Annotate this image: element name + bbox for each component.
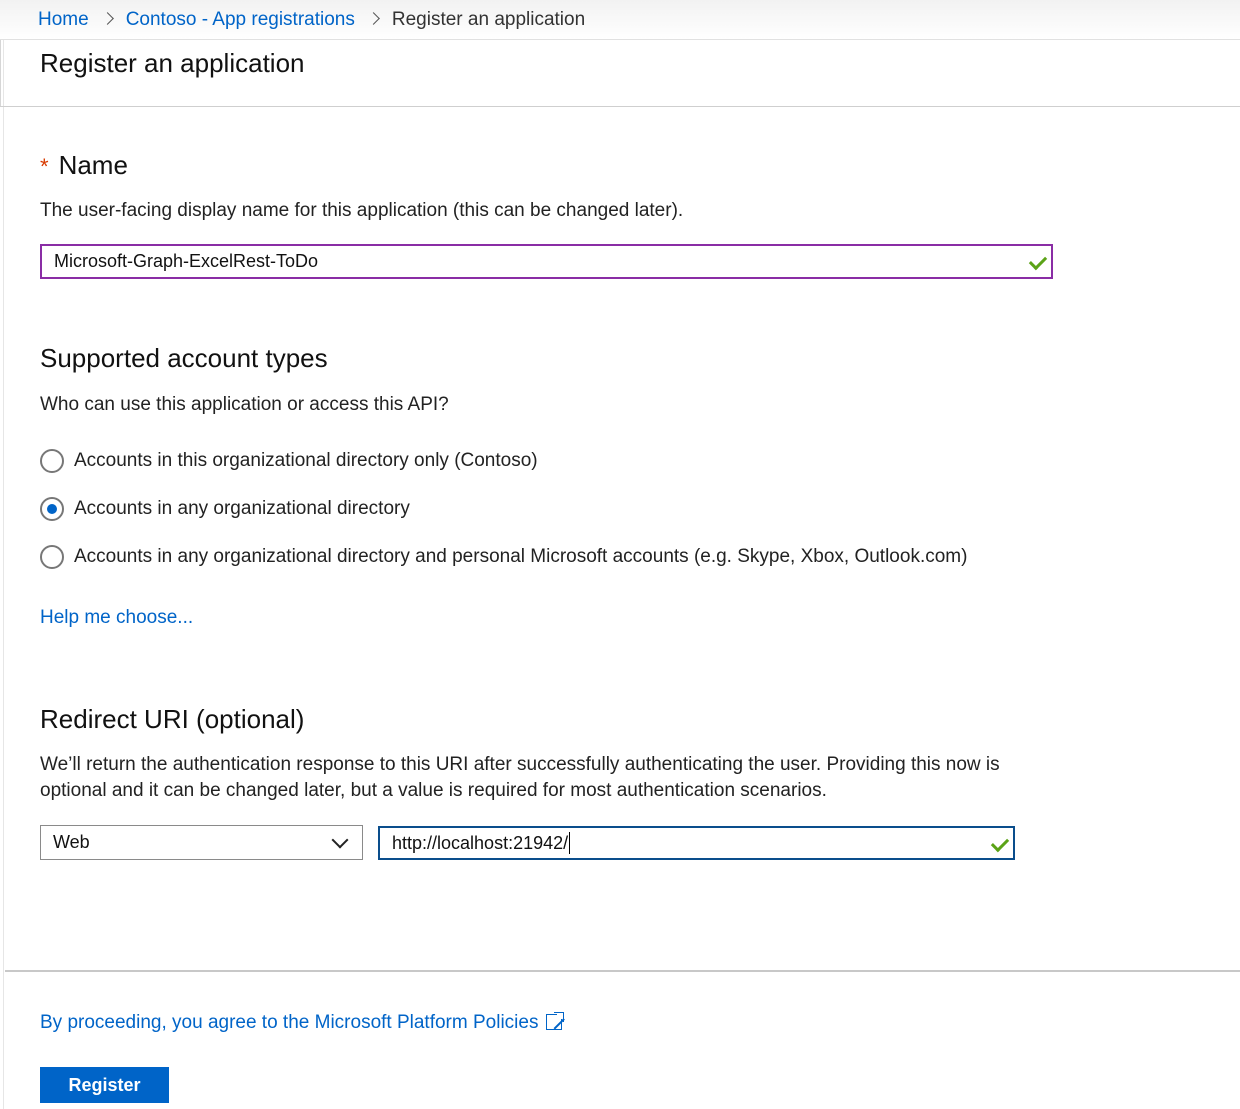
account-type-option-single-tenant[interactable]: Accounts in this organizational director… xyxy=(40,449,538,473)
account-type-label: Accounts in any organizational directory… xyxy=(74,546,968,567)
account-type-label: Accounts in any organizational directory xyxy=(74,498,410,519)
breadcrumb-home-link[interactable]: Home xyxy=(38,9,89,31)
footer-divider xyxy=(5,970,1240,972)
redirect-uri-input[interactable]: http://localhost:21942/ xyxy=(378,826,1015,860)
account-type-option-multi-tenant[interactable]: Accounts in any organizational directory xyxy=(40,497,410,521)
page-title: Register an application xyxy=(40,48,305,78)
platform-select[interactable]: Web xyxy=(40,825,363,860)
register-button[interactable]: Register xyxy=(40,1067,169,1103)
redirect-uri-title: Redirect URI (optional) xyxy=(40,704,305,734)
header-divider xyxy=(0,106,1240,107)
account-types-title: Supported account types xyxy=(40,343,328,373)
redirect-uri-description-line2: optional and it can be changed later, bu… xyxy=(40,780,827,801)
breadcrumb: Home Contoso - App registrations Registe… xyxy=(0,0,1240,40)
name-section-title: * Name xyxy=(40,150,128,181)
panel-left-divider xyxy=(3,40,4,1109)
platform-policies-text: By proceeding, you agree to the Microsof… xyxy=(40,1012,539,1033)
chevron-down-icon xyxy=(331,831,349,849)
checkmark-icon xyxy=(1028,251,1048,271)
name-description: The user-facing display name for this ap… xyxy=(40,200,684,221)
redirect-uri-description-line1: We’ll return the authentication response… xyxy=(40,754,1000,775)
account-type-option-multi-tenant-personal[interactable]: Accounts in any organizational directory… xyxy=(40,545,967,569)
text-cursor xyxy=(569,832,571,854)
checkmark-icon xyxy=(990,833,1010,853)
external-link-icon xyxy=(546,1011,566,1030)
application-name-input[interactable]: Microsoft-Graph-ExcelRest-ToDo xyxy=(40,244,1053,279)
name-section-title-text: Name xyxy=(58,150,128,180)
radio-button-unchecked[interactable] xyxy=(40,449,64,473)
breadcrumb-current: Register an application xyxy=(391,8,586,30)
application-name-value: Microsoft-Graph-ExcelRest-ToDo xyxy=(54,251,319,271)
radio-button-unchecked[interactable] xyxy=(40,545,64,569)
chevron-right-icon xyxy=(100,12,114,25)
chevron-right-icon xyxy=(367,12,380,25)
redirect-uri-value: http://localhost:21942/ xyxy=(392,832,569,853)
help-me-choose-link[interactable]: Help me choose... xyxy=(40,607,193,629)
account-types-description: Who can use this application or access t… xyxy=(40,394,449,415)
breadcrumb-app-registrations-link[interactable]: Contoso - App registrations xyxy=(126,9,355,31)
platform-select-value: Web xyxy=(53,832,90,852)
account-type-label: Accounts in this organizational director… xyxy=(74,450,538,471)
required-marker: * xyxy=(40,154,49,179)
platform-policies-link[interactable]: By proceeding, you agree to the Microsof… xyxy=(40,1011,566,1034)
radio-button-checked[interactable] xyxy=(40,497,64,521)
